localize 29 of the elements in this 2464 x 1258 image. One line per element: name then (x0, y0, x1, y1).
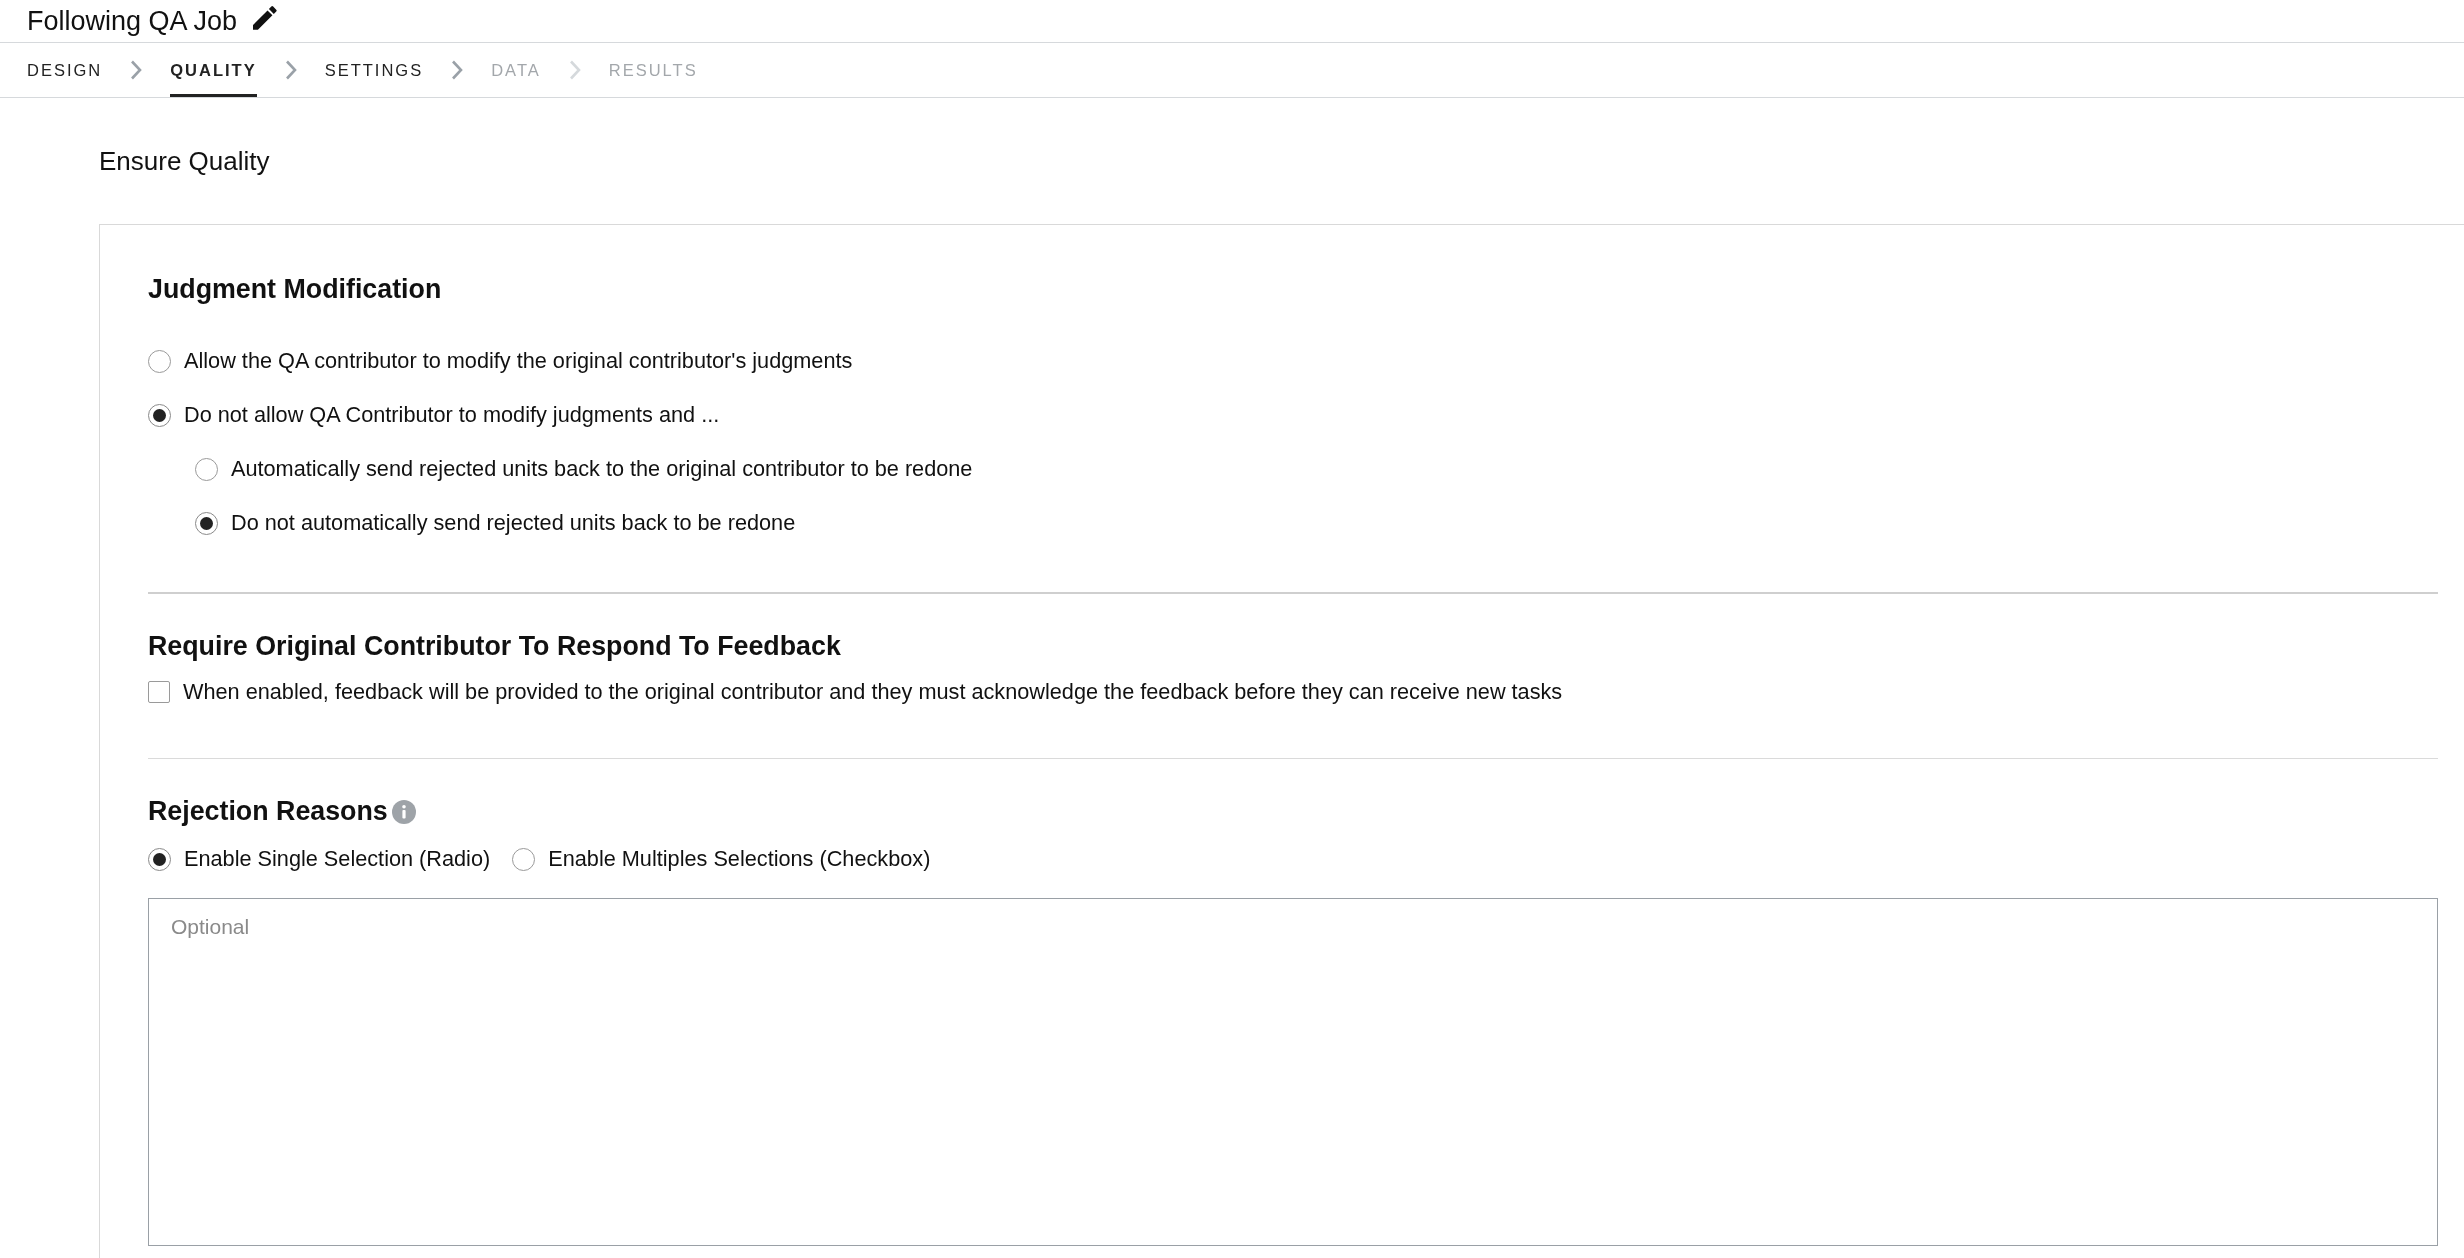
chevron-icon (568, 60, 581, 80)
chevron-icon (130, 60, 143, 80)
section-heading: Require Original Contributor To Respond To Feedback (148, 630, 841, 662)
checkbox[interactable] (148, 681, 170, 703)
option-label: Automatically send rejected units back to the original contributor to be redone (231, 455, 973, 483)
radio-button[interactable] (512, 847, 536, 871)
option-label: Do not automatically send rejected units back to be redone (231, 509, 796, 537)
radio-button[interactable] (195, 457, 218, 481)
section-heading: Rejection Reasons (148, 795, 388, 827)
reasons-textarea[interactable]: Optional (148, 898, 2438, 1246)
job-title: Following QA Job (27, 5, 238, 37)
chevron-icon (451, 60, 464, 80)
option-label: Allow the QA contributor to modify the original contributor's judgments (184, 347, 853, 375)
step-tab[interactable]: DESIGN (27, 43, 103, 97)
radio-button[interactable] (148, 847, 171, 871)
option-label: Enable Multiples Selections (Checkbox) (548, 845, 931, 873)
radio-button[interactable] (148, 349, 171, 373)
info-icon[interactable] (391, 800, 416, 824)
chevron-icon (284, 60, 297, 80)
section-heading: Judgment Modification (148, 273, 442, 305)
checkbox-label: When enabled, feedback will be provided to the original contributor and they must acknowledge the feedback before they can receive new tasks (183, 678, 1563, 706)
page-title: Ensure Quality (99, 145, 270, 177)
option-label: Enable Single Selection (Radio) (184, 845, 491, 873)
step-tab[interactable]: SETTINGS (324, 43, 424, 97)
radio-button[interactable] (195, 511, 218, 535)
step-tab[interactable]: QUALITY (170, 43, 257, 97)
option-label: Do not allow QA Contributor to modify judgments and ... (184, 401, 720, 429)
pencil-icon[interactable] (253, 6, 278, 30)
radio-button[interactable] (148, 403, 171, 427)
